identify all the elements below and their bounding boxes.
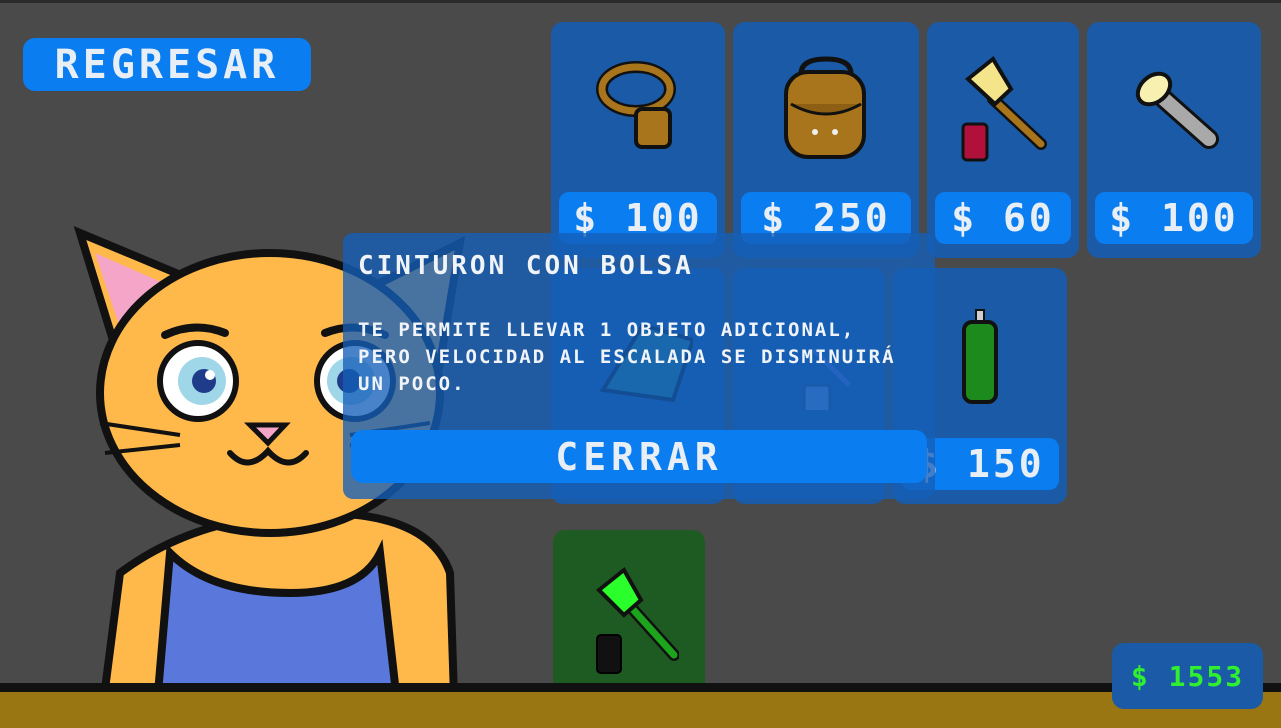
green-paintbrush-black-paint-icon (596, 566, 679, 674)
modal-title: CINTURON CON BOLSA (358, 251, 694, 281)
game-screen: REGRESAR $ 100 $ 250 $ 60 $ 100 $ 150 $ … (0, 0, 1281, 728)
price-label: $ 100 (1095, 192, 1253, 244)
item-detail-modal: CINTURON CON BOLSA TE PERMITE LLEVAR 1 O… (343, 233, 935, 499)
backpack-icon (784, 56, 866, 159)
price-label: $ 60 (935, 192, 1071, 244)
shop-item-flashlight[interactable]: $ 100 (1087, 22, 1261, 258)
money-counter: $ 1553 (1112, 643, 1263, 709)
shop-item-backpack[interactable]: $ 250 (733, 22, 919, 258)
modal-description: TE PERMITE LLEVAR 1 OBJETO ADICIONAL, PE… (358, 319, 896, 395)
shop-counter-floor (0, 683, 1281, 728)
back-button[interactable]: REGRESAR (23, 38, 311, 91)
shop-item-brush-red-paint[interactable]: $ 60 (927, 22, 1079, 258)
shop-item-belt-bag[interactable]: $ 100 (551, 22, 725, 258)
flashlight-icon (1135, 71, 1219, 149)
paintbrush-red-paint-icon (961, 56, 1047, 162)
close-button[interactable]: CERRAR (351, 430, 927, 483)
belt-bag-icon (596, 61, 676, 149)
green-spray-can-icon (962, 309, 998, 404)
